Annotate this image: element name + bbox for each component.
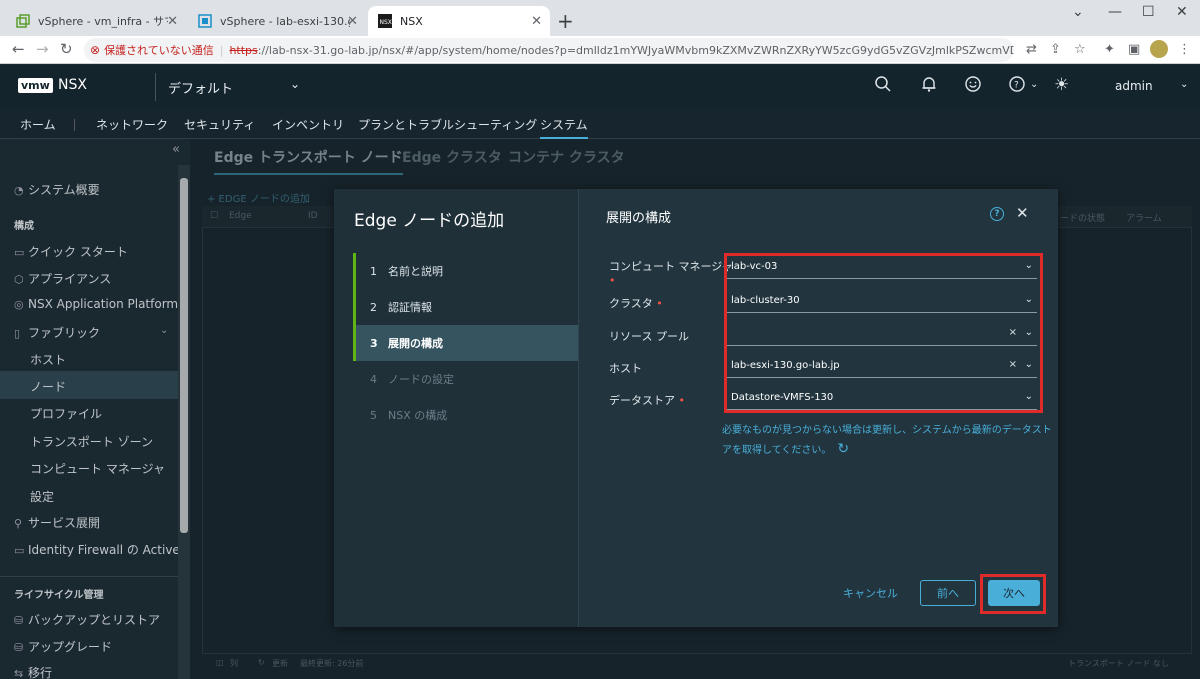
refresh-icon[interactable]: ↻ [837,440,849,459]
highlight-box-next [980,574,1046,614]
step-number: 1 [370,264,377,278]
security-warning: 保護されていない通信 [104,44,214,57]
browser-tab-vsphere-host[interactable]: vSphere - lab-esxi-130.go-lab.jp ✕ [188,6,366,36]
divider: | [219,43,224,57]
tenant-selector[interactable]: デフォルト [168,78,233,97]
host-label: ホスト [609,362,642,375]
feedback-smiley-icon[interactable] [964,75,982,93]
translate-icon[interactable]: ⇄ [1026,42,1037,57]
resource-pool-label: リソース プール [609,330,689,343]
minimize-icon[interactable]: — [1108,4,1122,20]
field-label-text: データストア [609,394,675,407]
wizard-step-credentials[interactable]: 2 認証情報 [353,289,578,325]
wizard-step-name[interactable]: 1 名前と説明 [353,253,578,289]
nav-home[interactable]: ホーム [20,116,56,133]
url-path: ://lab-nsx-31.go-lab.jp/nsx/#/app/system… [257,43,1014,57]
step-label: 認証情報 [388,301,432,314]
section-title: 展開の構成 [606,211,672,226]
step-number: 5 [370,408,377,422]
search-icon[interactable] [874,75,892,93]
divider [74,119,75,131]
required-mark: • [652,297,663,310]
step-label: 名前と説明 [388,265,443,278]
chevron-down-icon[interactable]: ⌄ [1180,79,1188,90]
close-window-icon[interactable]: ✕ [1176,4,1188,20]
browser-tab-title: NSX [400,14,423,28]
cancel-button[interactable]: キャンセル [843,585,898,601]
close-icon[interactable]: ✕ [531,14,542,29]
bell-icon[interactable] [920,75,938,93]
vsphere-icon [16,14,30,28]
chevron-down-icon[interactable]: ⌄ [1030,79,1038,90]
browser-tabstrip: vSphere - vm_infra - サマリ ✕ vSphere - lab… [0,0,1200,36]
warning-icon: ⊗ [90,43,101,57]
back-icon[interactable]: ← [12,40,25,58]
modal-title: Edge ノードの追加 [354,211,505,231]
forward-icon[interactable]: → [36,40,49,58]
vmware-logo: vmw [18,78,53,93]
extensions-icon[interactable]: ✦ [1104,42,1115,57]
close-icon[interactable]: ✕ [1016,204,1029,222]
datastore-label: データストア • [609,392,685,408]
step-label: 展開の構成 [388,337,443,350]
help-icon[interactable]: ? [1008,75,1026,93]
browser-tab-title: vSphere - lab-esxi-130.go-lab.jp [220,14,350,28]
nav-system[interactable]: システム [540,116,588,140]
step-label: NSX の構成 [388,409,448,422]
new-tab-icon[interactable]: + [557,9,574,33]
sidepanel-icon[interactable]: ▣ [1128,42,1140,57]
required-mark: • [675,394,685,407]
wizard-step-deployment[interactable]: 3 展開の構成 [353,325,578,361]
highlight-box-fields [724,253,1043,413]
close-icon[interactable]: ✕ [167,14,178,29]
step-number: 2 [370,300,377,314]
address-bar: ← → ↻ ⊗ 保護されていない通信 | https ://lab-nsx-31… [0,36,1200,64]
previous-button[interactable]: 前へ [920,580,976,606]
reload-icon[interactable]: ↻ [60,40,73,58]
step-number: 3 [370,336,378,350]
nsx-icon: NSX [378,14,392,28]
svg-text:?: ? [1014,81,1019,91]
step-label: ノードの設定 [388,373,454,386]
nav-plan-troubleshoot[interactable]: プランとトラブルシューティング [358,116,537,133]
tab-search-icon[interactable]: ⌄ [1072,4,1084,20]
browser-tab-nsx[interactable]: NSX NSX ✕ [368,6,550,36]
nav-networking[interactable]: ネットワーク [96,116,168,133]
hint-text: 必要なものが見つからない場合は更新し、システムから最新のデータストアを取得してく… [722,425,1052,456]
step-number: 4 [370,372,377,386]
required-mark: • [609,274,616,287]
browser-tab-title: vSphere - vm_infra - サマリ [38,15,168,28]
wizard-step-nsx-config: 5 NSX の構成 [353,397,578,433]
browser-tab-vsphere-summary[interactable]: vSphere - vm_infra - サマリ ✕ [6,6,186,36]
share-icon[interactable]: ⇪ [1050,42,1061,57]
divider [155,73,156,101]
field-label-text: クラスタ [609,297,653,310]
star-icon[interactable]: ☆ [1074,42,1086,57]
help-icon[interactable]: ? [990,207,1004,221]
url-scheme: https [229,43,258,57]
refresh-hint: 必要なものが見つからない場合は更新し、システムから最新のデータストアを取得してく… [722,421,1052,460]
theme-sun-icon[interactable]: ☀ [1054,75,1069,95]
wizard-steps-panel: Edge ノードの追加 1 名前と説明 2 認証情報 3 展開の構成 4 ノードの設定 … [334,189,579,627]
menu-kebab-icon[interactable]: ⋮ [1178,42,1191,57]
maximize-icon[interactable]: ☐ [1142,4,1155,20]
main-nav: ホーム ネットワーク セキュリティ インベントリ プランとトラブルシューティング… [0,109,1200,140]
svg-text:NSX: NSX [380,19,392,26]
field-label-text: コンピュート マネージャ [609,260,733,273]
close-icon[interactable]: ✕ [347,14,358,29]
chevron-down-icon[interactable]: ⌄ [290,77,300,91]
compute-manager-label: コンピュート マネージャ • [609,258,733,287]
cluster-label: クラスタ • [609,295,663,311]
product-name: NSX [58,77,87,93]
profile-avatar[interactable] [1150,40,1168,58]
app-header: vmw NSX デフォルト ⌄ ? ⌄ ☀ admin ⌄ [0,65,1200,109]
vsphere-host-icon [198,14,212,28]
url-omnibox[interactable]: ⊗ 保護されていない通信 | https ://lab-nsx-31.go-la… [84,38,1014,62]
nav-inventory[interactable]: インベントリ [272,116,344,133]
user-menu[interactable]: admin [1115,79,1153,93]
wizard-step-node-settings: 4 ノードの設定 [353,361,578,397]
nav-security[interactable]: セキュリティ [184,116,255,133]
